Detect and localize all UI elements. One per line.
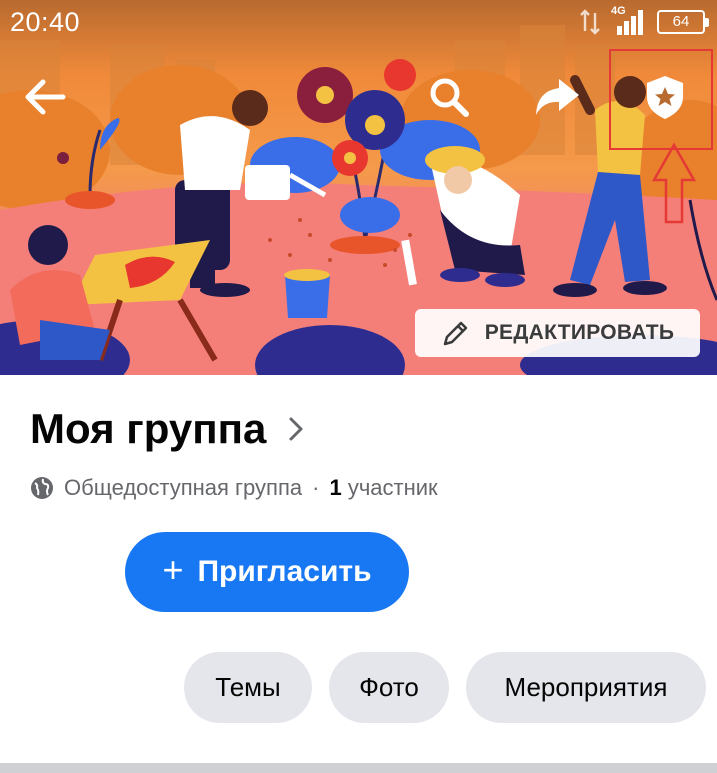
- tab-events[interactable]: Мероприятия: [466, 652, 706, 723]
- invite-label: Пригласить: [197, 555, 372, 588]
- battery-level: 64: [672, 13, 690, 30]
- chevron-right-icon[interactable]: [288, 416, 304, 442]
- tab-topics[interactable]: Темы: [184, 652, 312, 723]
- member-label[interactable]: участник: [348, 475, 438, 500]
- group-cover: 20:40 4G 64 РЕДАКТИРОВАТЬ: [0, 0, 717, 375]
- status-time: 20:40: [10, 7, 81, 37]
- section-divider: [0, 763, 717, 773]
- status-bar: 20:40 4G 64: [0, 0, 717, 44]
- globe-icon: [31, 477, 53, 499]
- plus-icon: +: [162, 549, 184, 590]
- tab-photos[interactable]: Фото: [329, 652, 449, 723]
- data-transfer-icon: [580, 9, 600, 35]
- share-icon: [536, 79, 579, 115]
- search-button[interactable]: [424, 72, 474, 122]
- edit-cover-button[interactable]: РЕДАКТИРОВАТЬ: [415, 309, 700, 357]
- pencil-icon: [443, 321, 467, 346]
- annotation-highlight-box: [609, 49, 713, 150]
- privacy-label: Общедоступная группа: [64, 475, 303, 500]
- group-meta-row: Общедоступная группа · 1 участник: [30, 475, 438, 501]
- invite-button[interactable]: + Пригласить: [125, 532, 409, 612]
- back-button[interactable]: [20, 72, 70, 122]
- battery-indicator: 64: [657, 10, 709, 34]
- status-icons: 4G 64: [579, 5, 709, 36]
- arrow-left-icon: [25, 79, 66, 115]
- signal-icon: 4G: [611, 5, 647, 36]
- member-count: 1: [329, 475, 342, 500]
- group-title[interactable]: Моя группа: [30, 405, 266, 453]
- search-icon: [430, 78, 469, 117]
- edit-cover-label: РЕДАКТИРОВАТЬ: [484, 321, 675, 344]
- group-title-row[interactable]: Моя группа: [30, 405, 304, 453]
- meta-separator: ·: [312, 475, 320, 500]
- group-tabs: Темы Фото Мероприятия: [184, 652, 706, 723]
- share-button[interactable]: [532, 72, 582, 122]
